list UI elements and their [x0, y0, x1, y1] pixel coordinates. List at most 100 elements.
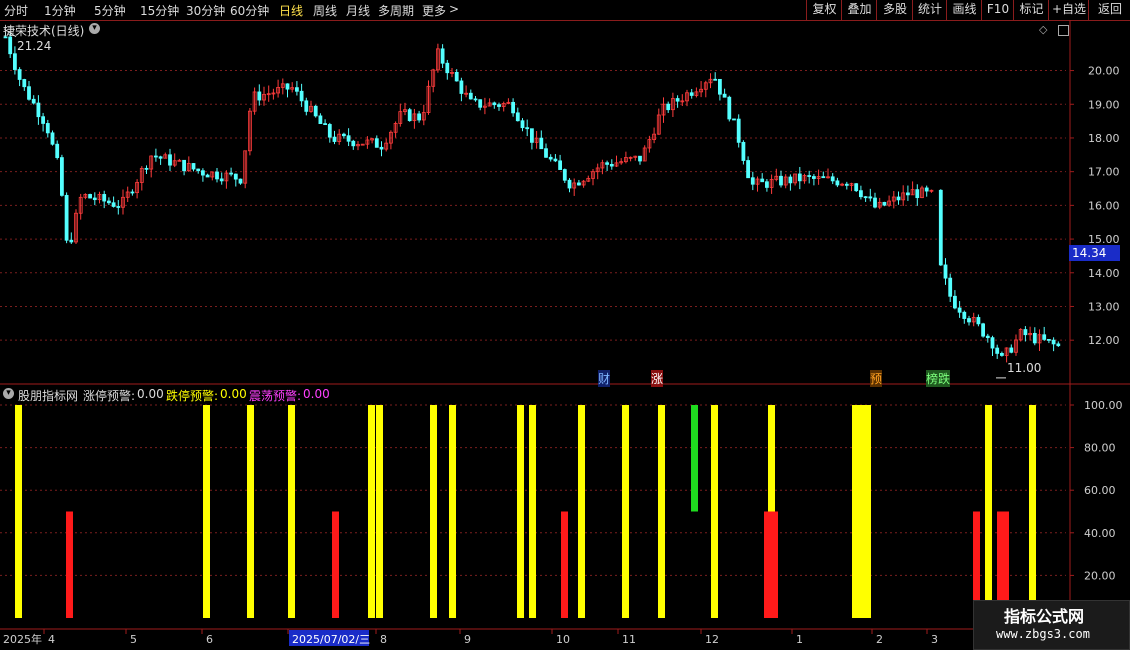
bar-up-alert	[711, 405, 718, 618]
bar-up-alert	[852, 405, 859, 618]
candle-body	[168, 154, 172, 166]
bar-up-alert	[517, 405, 524, 618]
candle-body	[609, 163, 614, 167]
candle-body	[102, 194, 107, 202]
candle-body	[107, 200, 111, 204]
x-tick-label: 9	[464, 633, 471, 646]
bar-down-alert	[764, 511, 771, 618]
event-tag-yu[interactable]: 预	[870, 370, 883, 387]
candle-body	[1023, 329, 1028, 336]
toolbar-button-7[interactable]: +自选	[1048, 0, 1089, 20]
candle-body	[976, 317, 981, 325]
event-tag-cai[interactable]: 财	[598, 370, 611, 387]
candle-body	[985, 335, 990, 339]
window-icon[interactable]	[1058, 25, 1069, 36]
price-tick-label: 16.00	[1088, 199, 1120, 212]
candle-body	[229, 172, 234, 175]
toolbar-button-5[interactable]: F10	[981, 0, 1014, 20]
down-alert-value: 0.00	[220, 387, 247, 401]
candle-body	[492, 102, 497, 106]
period-tab-7[interactable]: 周线	[313, 2, 337, 19]
event-tag-zhang[interactable]: 涨	[651, 370, 664, 387]
candle-body	[736, 118, 741, 143]
max-price-label: 21.24	[17, 39, 52, 53]
event-tag-bangdie[interactable]: 榜跌	[926, 370, 951, 387]
x-tick-label: 1	[796, 633, 803, 646]
candle-body	[36, 102, 41, 118]
period-tab-10[interactable]: 更多	[422, 2, 446, 19]
price-tick-label: 14.00	[1088, 267, 1120, 280]
stock-title[interactable]: 捷荣技术(日线)	[3, 22, 84, 39]
candle-body	[116, 206, 121, 208]
candle-body	[962, 311, 967, 319]
candle-body	[760, 178, 765, 183]
candle-body	[896, 196, 901, 201]
period-tab-8[interactable]: 月线	[346, 2, 370, 19]
x-tick-label: 2025年	[3, 632, 42, 646]
toolbar-button-6[interactable]: 标记	[1013, 0, 1049, 20]
candle-body	[741, 141, 746, 161]
candle-body	[459, 80, 464, 94]
toolbar-button-8[interactable]: 返回	[1088, 0, 1130, 20]
candle-body	[553, 158, 558, 162]
candle-body	[294, 87, 299, 92]
candle-body	[981, 323, 985, 337]
period-tab-2[interactable]: 5分钟	[94, 2, 126, 19]
toolbar-button-0[interactable]: 复权	[806, 0, 842, 20]
period-tab-1[interactable]: 1分钟	[44, 2, 76, 19]
candle-body	[995, 347, 1000, 354]
candle-body	[577, 182, 581, 186]
indicator-settings-icon[interactable]: ▾	[3, 388, 14, 399]
period-tab-0[interactable]: 分时	[4, 2, 28, 19]
bar-up-alert	[985, 405, 992, 618]
diamond-icon[interactable]: ◇	[1039, 23, 1047, 36]
candle-body	[440, 48, 445, 64]
candle-body	[55, 143, 60, 158]
candle-body	[558, 160, 562, 170]
toolbar-button-3[interactable]: 统计	[912, 0, 947, 20]
period-tab-6[interactable]: 日线	[279, 2, 303, 19]
bar-up-alert	[658, 405, 665, 618]
candle-body	[779, 175, 783, 186]
price-tick-label: 18.00	[1088, 132, 1120, 145]
period-tab-5[interactable]: 60分钟	[230, 2, 269, 19]
bar-down-alert	[66, 511, 73, 618]
candle-body	[153, 155, 158, 158]
x-tick-label: 6	[206, 633, 213, 646]
candle-body	[374, 138, 379, 148]
candle-body	[943, 264, 948, 279]
x-tick-label: 2	[876, 633, 883, 646]
candle-body	[304, 100, 309, 112]
bar-up-alert	[247, 405, 254, 618]
candle-body	[379, 146, 384, 150]
candle-body	[990, 337, 995, 349]
candle-body	[727, 96, 732, 120]
indicator-name: 股朋指标网	[18, 389, 79, 403]
more-chevron-icon[interactable]: >	[449, 2, 459, 16]
period-tab-3[interactable]: 15分钟	[140, 2, 179, 19]
bar-down-alert	[561, 511, 568, 618]
candle-body	[88, 194, 92, 199]
candle-body	[530, 128, 534, 143]
candle-body	[158, 156, 163, 159]
bar-up-alert	[529, 405, 536, 618]
candle-body	[722, 93, 727, 98]
candle-body	[64, 194, 69, 241]
toolbar-button-1[interactable]: 叠加	[841, 0, 877, 20]
candle-body	[473, 98, 478, 101]
candle-body	[468, 92, 473, 100]
candle-body	[953, 295, 957, 309]
toolbar-button-2[interactable]: 多股	[876, 0, 913, 20]
bar-up-alert	[578, 405, 585, 618]
candle-body	[1032, 332, 1037, 344]
period-tab-9[interactable]: 多周期	[378, 2, 414, 19]
period-tab-4[interactable]: 30分钟	[186, 2, 225, 19]
candle-body	[844, 183, 849, 186]
candle-body	[765, 181, 769, 188]
candle-body	[31, 98, 36, 104]
toolbar-button-4[interactable]: 画线	[946, 0, 982, 20]
bar-up-alert	[449, 405, 456, 618]
title-dropdown-icon[interactable]: ▾	[89, 23, 100, 34]
bar-up-alert	[622, 405, 629, 618]
up-alert-label: 涨停预警:	[83, 389, 136, 403]
